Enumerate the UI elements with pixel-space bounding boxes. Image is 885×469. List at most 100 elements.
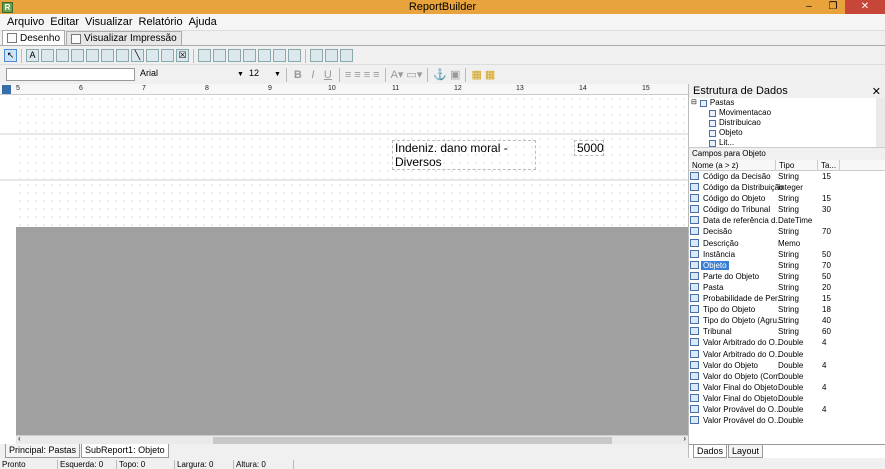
panel-close-icon[interactable]: ✕ bbox=[872, 85, 881, 98]
tab-subreport[interactable]: SubReport1: Objeto bbox=[81, 444, 169, 458]
dbtext-tool-icon[interactable] bbox=[198, 49, 211, 62]
dbcheckbox-tool-icon[interactable] bbox=[288, 49, 301, 62]
field-row[interactable]: Valor Provável do O... Double 4 bbox=[689, 404, 885, 415]
field-row[interactable]: Parte do Objeto String 50 bbox=[689, 271, 885, 282]
tree-item[interactable]: Movimentacao bbox=[691, 108, 885, 118]
field-row[interactable]: Valor Final do Objeto Double 4 bbox=[689, 382, 885, 393]
align-center-icon[interactable]: ≡ bbox=[354, 69, 360, 81]
send-to-back-icon[interactable]: ▦ bbox=[485, 68, 495, 81]
bold-button[interactable]: B bbox=[292, 69, 304, 81]
underline-button[interactable]: U bbox=[322, 69, 334, 81]
line-tool-icon[interactable]: ╲ bbox=[131, 49, 144, 62]
column-type[interactable]: Tipo bbox=[776, 160, 818, 170]
field-row[interactable]: Valor do Objeto (Corr... Double bbox=[689, 371, 885, 382]
field-row[interactable]: Pasta String 20 bbox=[689, 282, 885, 293]
field-row[interactable]: Valor Arbitrado do O... Double bbox=[689, 349, 885, 360]
maximize-button[interactable]: ❐ bbox=[821, 0, 845, 14]
collapse-icon[interactable]: ⊟ bbox=[691, 98, 697, 108]
close-button[interactable]: ✕ bbox=[845, 0, 885, 14]
field-row[interactable]: Valor do Objeto Double 4 bbox=[689, 360, 885, 371]
memo-tool-icon[interactable] bbox=[41, 49, 54, 62]
system-var-tool-icon[interactable] bbox=[71, 49, 84, 62]
header-band[interactable] bbox=[16, 95, 688, 133]
scroll-thumb[interactable] bbox=[213, 437, 612, 444]
align-justify-icon[interactable]: ≡ bbox=[373, 69, 379, 81]
tree-item-label: Distribuicao bbox=[719, 118, 761, 127]
dbcalc-tool-icon[interactable] bbox=[243, 49, 256, 62]
font-size-select[interactable]: 12 bbox=[247, 68, 271, 81]
scroll-left-icon[interactable]: ‹ bbox=[18, 434, 21, 443]
column-size[interactable]: Ta... bbox=[818, 160, 840, 170]
tree-item[interactable]: Lit... bbox=[691, 138, 885, 147]
horizontal-scrollbar[interactable]: ‹ › bbox=[16, 434, 688, 444]
menu-editar[interactable]: Editar bbox=[47, 16, 82, 28]
align-right-icon[interactable]: ≡ bbox=[364, 69, 370, 81]
font-name-chevron-icon[interactable]: ▼ bbox=[237, 71, 244, 78]
field-row[interactable]: Tipo do Objeto String 18 bbox=[689, 304, 885, 315]
menu-arquivo[interactable]: Arquivo bbox=[4, 16, 47, 28]
report-text-field[interactable]: Indeniz. dano moral - Diversos bbox=[392, 140, 536, 170]
report-designer[interactable]: 5 6 7 8 9 10 11 12 13 14 15 Indeniz. dan… bbox=[0, 84, 688, 444]
region-tool-icon[interactable] bbox=[310, 49, 323, 62]
font-name-select[interactable]: Arial bbox=[138, 68, 234, 81]
minimize-button[interactable]: – bbox=[797, 0, 821, 14]
align-left-icon[interactable]: ≡ bbox=[345, 69, 351, 81]
dbrichtext-tool-icon[interactable] bbox=[228, 49, 241, 62]
tab-desenho[interactable]: Desenho bbox=[2, 30, 66, 45]
highlight-color-icon[interactable]: ▭▾ bbox=[406, 68, 422, 81]
subreport-tool-icon[interactable] bbox=[325, 49, 338, 62]
field-row[interactable]: Código do Objeto String 15 bbox=[689, 193, 885, 204]
menu-relatorio[interactable]: Relatório bbox=[136, 16, 186, 28]
font-color-icon[interactable]: A▾ bbox=[391, 68, 404, 81]
bring-front-icon[interactable]: ▣ bbox=[450, 68, 460, 81]
barcode-tool-icon[interactable] bbox=[146, 49, 159, 62]
field-row[interactable]: Descrição Memo bbox=[689, 238, 885, 249]
report-value-field[interactable]: 5000 bbox=[574, 140, 604, 156]
variable-tool-icon[interactable] bbox=[86, 49, 99, 62]
dbmemo-tool-icon[interactable] bbox=[213, 49, 226, 62]
field-row[interactable]: Código do Tribunal String 30 bbox=[689, 204, 885, 215]
richtext-tool-icon[interactable] bbox=[56, 49, 69, 62]
field-row[interactable]: Tribunal String 60 bbox=[689, 326, 885, 337]
column-name[interactable]: Nome (a > z) bbox=[689, 160, 776, 170]
field-row[interactable]: Valor Final do Objeto... Double bbox=[689, 393, 885, 404]
anchor-icon[interactable]: ⚓ bbox=[433, 68, 447, 81]
tree-item[interactable]: Objeto bbox=[691, 128, 885, 138]
scroll-right-icon[interactable]: › bbox=[683, 434, 686, 443]
component-select[interactable] bbox=[6, 68, 135, 81]
font-size-chevron-icon[interactable]: ▼ bbox=[274, 71, 281, 78]
tree-item[interactable]: ⊟ Pastas bbox=[691, 98, 885, 108]
field-row[interactable]: Instância String 50 bbox=[689, 249, 885, 260]
chart-tool-icon[interactable] bbox=[161, 49, 174, 62]
field-row[interactable]: Decisão String 70 bbox=[689, 226, 885, 237]
field-row[interactable]: Data de referência d... DateTime bbox=[689, 215, 885, 226]
field-row[interactable]: Código da Distribuição Integer bbox=[689, 182, 885, 193]
field-row[interactable]: Valor Provável do O... Double bbox=[689, 415, 885, 426]
image-tool-icon[interactable] bbox=[101, 49, 114, 62]
pointer-tool-icon[interactable]: ↖ bbox=[4, 49, 17, 62]
field-row[interactable]: Probabilidade de Per... String 15 bbox=[689, 293, 885, 304]
tab-dados[interactable]: Dados bbox=[693, 445, 728, 458]
menu-ajuda[interactable]: Ajuda bbox=[186, 16, 220, 28]
dbimage-tool-icon[interactable] bbox=[258, 49, 271, 62]
ruler-units-icon[interactable] bbox=[2, 85, 11, 94]
italic-button[interactable]: I bbox=[307, 69, 319, 81]
field-row[interactable]: Objeto String 70 bbox=[689, 260, 885, 271]
field-row[interactable]: Código da Decisão String 15 bbox=[689, 171, 885, 182]
checkbox-tool-icon[interactable]: ☒ bbox=[176, 49, 189, 62]
shape-tool-icon[interactable] bbox=[116, 49, 129, 62]
tree-item[interactable]: Distribuicao bbox=[691, 118, 885, 128]
tab-layout[interactable]: Layout bbox=[728, 445, 764, 458]
tab-visualizar-impressao[interactable]: Visualizar Impressão bbox=[66, 31, 182, 45]
field-row[interactable]: Valor Arbitrado do O... Double 4 bbox=[689, 337, 885, 348]
dbbarcode-tool-icon[interactable] bbox=[273, 49, 286, 62]
menu-visualizar[interactable]: Visualizar bbox=[82, 16, 136, 28]
bring-to-front-icon[interactable]: ▦ bbox=[471, 68, 481, 81]
tab-principal[interactable]: Principal: Pastas bbox=[5, 444, 81, 458]
field-row[interactable]: Tipo do Objeto (Agru... String 40 bbox=[689, 315, 885, 326]
footer-band[interactable] bbox=[16, 181, 688, 227]
page-break-tool-icon[interactable] bbox=[340, 49, 353, 62]
design-icon bbox=[7, 33, 17, 43]
label-tool-icon[interactable]: A bbox=[26, 49, 39, 62]
tree-scrollbar[interactable] bbox=[876, 98, 885, 147]
